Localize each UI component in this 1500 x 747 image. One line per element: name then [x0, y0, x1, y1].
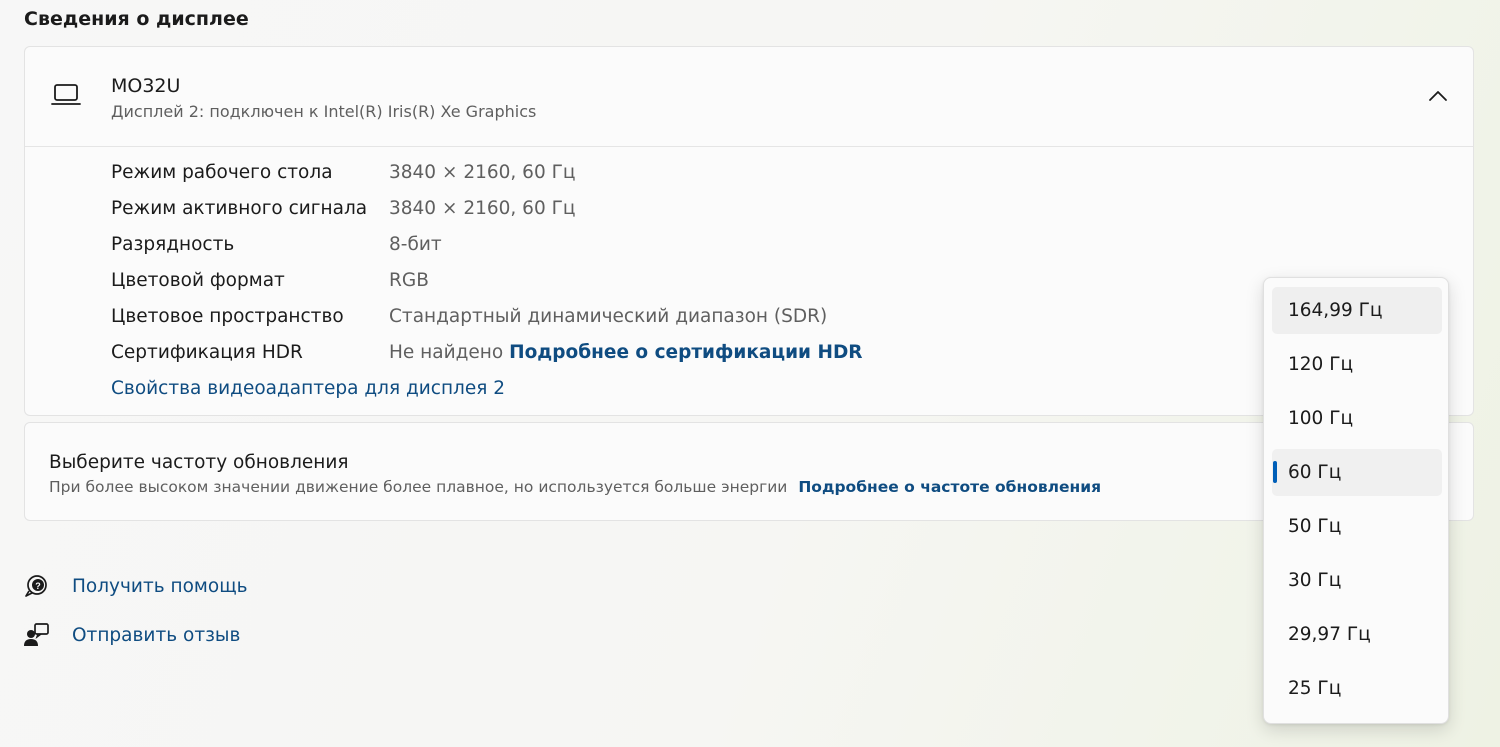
info-value: 3840 × 2160, 60 Гц	[389, 198, 576, 219]
option-label: 60 Гц	[1288, 462, 1342, 483]
info-label: Режим активного сигнала	[111, 198, 368, 219]
selected-indicator	[1273, 461, 1277, 483]
refresh-rate-title: Выберите частоту обновления	[49, 452, 349, 473]
chevron-up-icon[interactable]	[1427, 87, 1449, 105]
option-label: 50 Гц	[1288, 516, 1342, 537]
refresh-rate-card: Выберите частоту обновления При более вы…	[24, 422, 1474, 521]
refresh-option-30[interactable]: 30 Гц	[1272, 557, 1442, 604]
display-card-header[interactable]: MO32U Дисплей 2: подключен к Intel(R) Ir…	[25, 47, 1473, 147]
refresh-option-50[interactable]: 50 Гц	[1272, 503, 1442, 550]
hdr-status: Не найдено	[389, 342, 504, 363]
laptop-icon	[51, 84, 81, 105]
info-label: Режим рабочего стола	[111, 162, 333, 183]
option-label: 164,99 Гц	[1288, 300, 1383, 321]
get-help-label: Получить помощь	[72, 575, 248, 597]
info-value: RGB	[389, 270, 429, 291]
refresh-option-120[interactable]: 120 Гц	[1272, 341, 1442, 388]
refresh-option-164-99[interactable]: 164,99 Гц	[1272, 287, 1442, 334]
send-feedback-label: Отправить отзыв	[72, 624, 241, 646]
section-title: Сведения о дисплее	[24, 8, 249, 30]
help-icon: ?	[25, 575, 47, 597]
option-label: 25 Гц	[1288, 678, 1342, 699]
refresh-option-100[interactable]: 100 Гц	[1272, 395, 1442, 442]
feedback-icon	[24, 623, 49, 646]
refresh-rate-description: При более высоком значении движение боле…	[49, 478, 1101, 496]
display-info-card: MO32U Дисплей 2: подключен к Intel(R) Ir…	[24, 46, 1474, 416]
refresh-rate-dropdown[interactable]: 164,99 Гц 120 Гц 100 Гц 60 Гц 50 Гц 30 Г…	[1263, 277, 1449, 724]
info-label: Цветовой формат	[111, 270, 285, 291]
refresh-option-29-97[interactable]: 29,97 Гц	[1272, 611, 1442, 658]
send-feedback-link[interactable]: Отправить отзыв	[22, 620, 240, 650]
option-label: 29,97 Гц	[1288, 624, 1371, 645]
refresh-rate-description-text: При более высоком значении движение боле…	[49, 478, 788, 496]
refresh-option-25[interactable]: 25 Гц	[1272, 665, 1442, 712]
option-label: 120 Гц	[1288, 354, 1354, 375]
info-label: Сертификация HDR	[111, 342, 303, 363]
info-value: 8-бит	[389, 234, 442, 255]
display-subtitle: Дисплей 2: подключен к Intel(R) Iris(R) …	[111, 102, 537, 121]
display-name: MO32U	[111, 75, 181, 97]
option-label: 100 Гц	[1288, 408, 1354, 429]
info-value: Стандартный динамический диапазон (SDR)	[389, 306, 828, 327]
info-label: Цветовое пространство	[111, 306, 344, 327]
get-help-link[interactable]: ? Получить помощь	[22, 571, 248, 601]
info-value-hdr: Не найдено Подробнее о сертификации HDR	[389, 342, 863, 363]
info-label: Разрядность	[111, 234, 235, 255]
refresh-option-60[interactable]: 60 Гц	[1272, 449, 1442, 496]
refresh-rate-learn-more-link[interactable]: Подробнее о частоте обновления	[798, 478, 1101, 496]
option-label: 30 Гц	[1288, 570, 1342, 591]
info-value: 3840 × 2160, 60 Гц	[389, 162, 576, 183]
svg-text:?: ?	[35, 581, 41, 591]
adapter-properties-link[interactable]: Свойства видеоадаптера для дисплея 2	[111, 378, 505, 399]
hdr-certification-link[interactable]: Подробнее о сертификации HDR	[509, 342, 862, 363]
